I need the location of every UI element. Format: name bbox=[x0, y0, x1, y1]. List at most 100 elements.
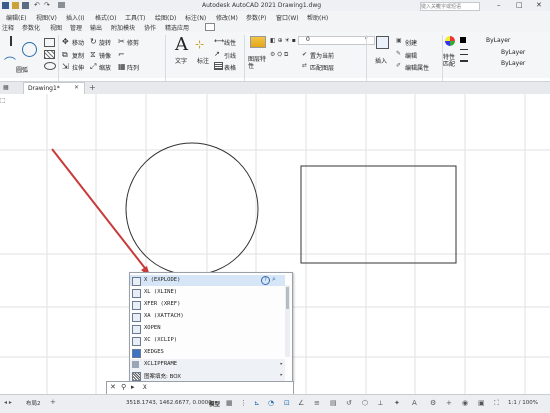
ortho-toggle-icon[interactable]: ⊾ bbox=[254, 399, 260, 407]
table-icon[interactable] bbox=[214, 62, 223, 70]
linetype-value[interactable]: ByLayer bbox=[501, 49, 525, 56]
mirror-button[interactable]: 镜像 bbox=[99, 51, 111, 60]
edit-attributes-button[interactable]: 编辑属性 bbox=[405, 63, 429, 72]
units-icon[interactable]: + bbox=[446, 399, 452, 407]
color-value[interactable]: ByLayer bbox=[486, 37, 510, 44]
menu-help[interactable]: 帮助(H) bbox=[307, 13, 328, 22]
stretch-button[interactable]: 拉伸 bbox=[72, 63, 84, 72]
tab-parametric[interactable]: 参数化 bbox=[22, 23, 40, 32]
undo-icon[interactable]: ↶ bbox=[34, 1, 40, 9]
selection-cycling-icon[interactable]: ↺ bbox=[346, 399, 352, 407]
menu-modify[interactable]: 修改(M) bbox=[216, 13, 238, 22]
snap-toggle-icon[interactable]: ⋮ bbox=[240, 399, 247, 407]
lineweight-value[interactable]: ByLayer bbox=[501, 60, 525, 67]
polar-toggle-icon[interactable]: ◔ bbox=[268, 399, 274, 407]
plot-icon[interactable] bbox=[58, 2, 65, 8]
start-tab-icon[interactable]: ▦ bbox=[3, 84, 9, 91]
hardware-acceleration-icon[interactable]: ▣ bbox=[478, 399, 485, 407]
table-button[interactable]: 表格 bbox=[224, 63, 236, 72]
hatch-icon[interactable] bbox=[44, 50, 55, 59]
menu-edit[interactable]: 编辑(E) bbox=[6, 13, 26, 22]
osnap-toggle-icon[interactable]: ⊡ bbox=[284, 399, 290, 407]
color-swatch-icon[interactable] bbox=[460, 37, 466, 43]
polyline-icon[interactable]: ⌒ bbox=[4, 54, 16, 71]
create-block-button[interactable]: 创建 bbox=[405, 38, 417, 47]
save-as-icon[interactable] bbox=[22, 2, 29, 9]
rotate-button[interactable]: 旋转 bbox=[99, 38, 111, 47]
menu-view[interactable]: 视图(V) bbox=[36, 13, 57, 22]
edit-block-icon[interactable]: ✎ bbox=[396, 50, 401, 57]
menu-tools[interactable]: 工具(T) bbox=[125, 13, 145, 22]
match-layer-icon[interactable]: ⇄ bbox=[302, 62, 307, 69]
otrack-toggle-icon[interactable]: ∠ bbox=[298, 399, 304, 407]
match-layer-button[interactable]: 匹配图层 bbox=[310, 63, 334, 72]
edit-block-button[interactable]: 编辑 bbox=[405, 51, 417, 60]
dimension-button[interactable]: 标注 bbox=[197, 56, 209, 65]
layout-tab[interactable]: 布局2 bbox=[26, 399, 41, 407]
search-icon[interactable]: ⌕ bbox=[436, 2, 439, 10]
list-item[interactable]: XOPEN bbox=[130, 323, 285, 334]
insert-button[interactable]: 插入 bbox=[375, 56, 387, 65]
circle-icon[interactable] bbox=[22, 42, 37, 57]
model-space-toggle[interactable]: 模型 bbox=[209, 400, 220, 408]
match-properties-icon[interactable] bbox=[445, 36, 455, 46]
open-icon[interactable] bbox=[12, 2, 19, 9]
help-icon[interactable]: ? bbox=[261, 276, 270, 285]
ellipse-icon[interactable] bbox=[44, 62, 56, 70]
clean-screen-icon[interactable]: ⛶ bbox=[494, 399, 499, 408]
workspace-icon[interactable]: ⚙ bbox=[430, 399, 436, 407]
3d-osnap-icon[interactable]: ⬡ bbox=[362, 399, 368, 407]
leader-icon[interactable]: ↗ bbox=[214, 50, 220, 58]
list-item[interactable]: XL (XLINE) bbox=[130, 287, 285, 298]
fillet-icon[interactable]: ⌐ bbox=[118, 50, 125, 59]
tab-view[interactable]: 视图 bbox=[50, 23, 62, 32]
lineweight-toggle-icon[interactable]: ≡ bbox=[314, 399, 320, 407]
isolate-icon[interactable]: ◉ bbox=[462, 399, 468, 407]
arc-label[interactable]: 圆弧 bbox=[16, 65, 28, 74]
list-item[interactable]: XFER (XREF) bbox=[130, 299, 285, 310]
create-block-icon[interactable]: ▣ bbox=[396, 37, 402, 44]
drawn-rectangle[interactable] bbox=[300, 165, 457, 264]
copy-icon[interactable]: ⧉ bbox=[62, 50, 68, 60]
set-current-button[interactable]: 置为当前 bbox=[310, 51, 334, 60]
layer-state-icon[interactable]: ◧ ⊕ ☀ ▪ bbox=[270, 37, 296, 44]
tab-addins[interactable]: 附加模块 bbox=[111, 23, 135, 32]
add-layout-icon[interactable]: + bbox=[50, 398, 56, 406]
layer-properties-button[interactable]: 图层特性 bbox=[248, 56, 268, 70]
move-icon[interactable]: ✥ bbox=[62, 37, 69, 46]
command-input[interactable]: X bbox=[143, 384, 147, 391]
list-item[interactable]: XC (XCLIP) bbox=[130, 335, 285, 346]
set-current-icon[interactable]: ✔ bbox=[302, 51, 307, 58]
stretch-icon[interactable]: ⇲ bbox=[62, 62, 69, 71]
linetype-icon[interactable] bbox=[460, 49, 468, 55]
text-icon[interactable]: A bbox=[175, 34, 188, 55]
linear-button[interactable]: 线性 bbox=[224, 38, 236, 47]
scale-button[interactable]: 缩放 bbox=[99, 63, 111, 72]
match-properties-button[interactable]: 特性匹配 bbox=[443, 54, 457, 68]
scrollbar-thumb[interactable] bbox=[286, 287, 289, 309]
trim-icon[interactable]: ✂ bbox=[118, 37, 125, 46]
grid-toggle-icon[interactable]: ▦ bbox=[226, 399, 233, 407]
search-command-icon[interactable]: ⌕ bbox=[272, 275, 276, 284]
tab-close-icon[interactable]: ✕ bbox=[74, 84, 79, 91]
move-button[interactable]: 移动 bbox=[72, 38, 84, 47]
linear-icon[interactable]: ⟷ bbox=[214, 37, 224, 45]
command-history-icon[interactable]: ▸ bbox=[131, 383, 135, 391]
text-button[interactable]: 文字 bbox=[175, 56, 187, 65]
tab-collaborate[interactable]: 协作 bbox=[144, 23, 156, 32]
menu-draw[interactable]: 绘图(D) bbox=[155, 13, 176, 22]
zoom-readout[interactable]: 1:1 / 100% bbox=[508, 400, 538, 406]
new-tab-icon[interactable]: + bbox=[89, 83, 96, 92]
menu-window[interactable]: 窗口(W) bbox=[276, 13, 299, 22]
dimension-icon[interactable]: ⊹ bbox=[195, 38, 204, 51]
list-item[interactable]: 图案填充: BOX ▸ bbox=[130, 370, 285, 381]
ribbon-toggle-icon[interactable] bbox=[205, 23, 215, 31]
menu-parametric[interactable]: 参数(P) bbox=[246, 13, 266, 22]
list-item[interactable]: XCLIPFRAME ▸ bbox=[130, 359, 285, 370]
close-icon[interactable]: ✕ bbox=[536, 1, 542, 9]
tab-manage[interactable]: 管理 bbox=[70, 23, 82, 32]
layout-nav-icon[interactable]: ◂ ▸ bbox=[4, 399, 12, 406]
save-icon[interactable] bbox=[2, 2, 9, 9]
mirror-icon[interactable]: ⧖ bbox=[90, 50, 96, 60]
list-item[interactable]: XA (XATTACH) bbox=[130, 311, 285, 322]
